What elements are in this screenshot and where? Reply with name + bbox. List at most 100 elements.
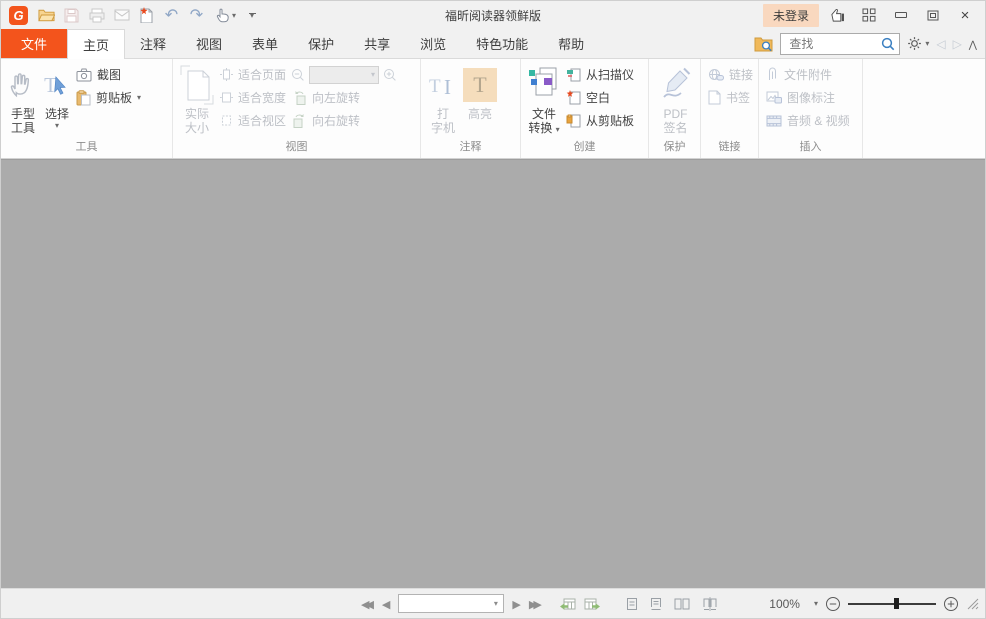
file-convert-button[interactable]: 文件 转换 ▾ — [525, 62, 563, 138]
highlight-button[interactable]: T 高亮 — [461, 62, 499, 122]
typewriter-button[interactable]: TI 打 字机 — [425, 62, 461, 136]
login-status-badge[interactable]: 未登录 — [762, 3, 819, 27]
rotate-right-label: 向右旋转 — [312, 114, 361, 128]
next-view-icon — [584, 598, 600, 610]
fit-page-icon — [220, 68, 233, 81]
find-previous-button[interactable]: ◁ — [936, 37, 945, 51]
from-clipboard-button[interactable]: 从剪贴板 — [563, 109, 637, 132]
find-next-button[interactable]: ▷ — [953, 37, 962, 51]
search-area: ▾ ◁ ▷ ⋀ — [754, 29, 985, 58]
rotate-right-button[interactable]: 向右旋转 — [289, 109, 399, 132]
page-navigation-group: ◀◀ ◀ ▾ ▶ ▶▶ — [361, 589, 718, 618]
zoom-percent-dropdown[interactable]: 100% ▾ — [769, 597, 818, 611]
folder-search-icon — [754, 37, 773, 51]
typewriter-icon: TI — [427, 63, 459, 107]
hand-like-button[interactable] — [823, 4, 851, 26]
minimize-button[interactable] — [887, 4, 915, 26]
printer-icon — [89, 8, 104, 22]
bookmark-button[interactable]: 书签 — [705, 86, 756, 109]
zoom-slider-track — [848, 602, 936, 605]
tab-file[interactable]: 文件 — [1, 29, 67, 58]
next-view-button[interactable] — [584, 597, 600, 611]
tab-view[interactable]: 视图 — [181, 29, 237, 58]
fit-page-button[interactable]: 适合页面 — [217, 63, 289, 86]
first-page-button[interactable]: ◀◀ — [361, 597, 374, 611]
tab-protect[interactable]: 保护 — [293, 29, 349, 58]
tab-home[interactable]: 主页 — [67, 29, 126, 59]
tab-features[interactable]: 特色功能 — [461, 29, 543, 58]
maximize-button[interactable] — [919, 4, 947, 26]
search-folder-button[interactable] — [754, 36, 773, 52]
previous-view-icon — [559, 598, 576, 610]
touch-mode-button[interactable]: ▾ — [209, 4, 243, 26]
continuous-page-button[interactable] — [650, 597, 662, 611]
document-area[interactable] — [1, 159, 985, 588]
print-button[interactable] — [84, 4, 109, 26]
fit-width-button[interactable]: 适合宽度 — [217, 86, 289, 109]
file-attachment-button[interactable]: 文件附件 — [763, 63, 853, 86]
zoom-out-button[interactable] — [291, 68, 305, 82]
page-number-input[interactable] — [399, 595, 489, 612]
customize-toolbar-button[interactable]: ▾ — [243, 4, 261, 26]
email-button[interactable] — [109, 4, 134, 26]
section-label-create: 创建 — [573, 141, 596, 153]
open-file-button[interactable] — [34, 4, 59, 26]
snapshot-button[interactable]: 截图 — [73, 63, 144, 86]
actual-size-button[interactable]: 实际 大小 — [177, 62, 217, 136]
select-tool-button[interactable]: T 选择 ▾ — [41, 62, 73, 131]
collapse-ribbon-button[interactable]: ⋀ — [969, 37, 977, 51]
file-convert-label: 文件 — [531, 107, 556, 121]
clipboard-button[interactable]: 剪贴板 ▾ — [73, 86, 144, 109]
chevron-down-icon: ▾ — [371, 70, 376, 79]
resize-grip[interactable] — [966, 597, 979, 610]
ribbon-section-protect: PDF 签名 保护 — [649, 59, 701, 158]
search-icon[interactable] — [881, 37, 895, 51]
next-page-button[interactable]: ▶ — [512, 597, 520, 611]
blank-page-button[interactable]: 空白 — [563, 86, 637, 109]
zoom-in-button[interactable] — [383, 68, 397, 82]
fit-column: 适合页面 适合宽度 适合视区 — [217, 62, 289, 132]
undo-button[interactable]: ↶ — [159, 4, 184, 26]
single-page-icon — [626, 597, 637, 610]
zoom-slider-handle[interactable] — [893, 598, 899, 609]
continuous-facing-icon — [703, 596, 717, 611]
settings-gear-button[interactable]: ▾ — [907, 36, 929, 51]
zoom-in-icon — [384, 68, 396, 81]
new-document-button[interactable] — [134, 4, 159, 26]
zoom-slider[interactable] — [848, 597, 936, 610]
tools-small-column: 截图 剪贴板 ▾ — [73, 62, 144, 109]
from-scanner-button[interactable]: 从扫描仪 — [563, 63, 637, 86]
image-annotation-button[interactable]: 图像标注 — [763, 86, 853, 109]
continuous-facing-button[interactable] — [702, 596, 718, 611]
chevron-down-icon[interactable]: ▾ — [488, 595, 503, 612]
tab-browse[interactable]: 浏览 — [405, 29, 461, 58]
tab-share[interactable]: 共享 — [349, 29, 405, 58]
rotate-left-button[interactable]: 向左旋转 — [289, 86, 399, 109]
insert-small-column: 文件附件 图像标注 音频 & 视频 — [763, 62, 853, 132]
save-button[interactable] — [59, 4, 84, 26]
fit-visible-button[interactable]: 适合视区 — [217, 109, 289, 132]
single-page-button[interactable] — [626, 597, 638, 611]
status-zoom-in-button[interactable] — [943, 596, 959, 612]
tab-form[interactable]: 表单 — [237, 29, 293, 58]
facing-page-button[interactable] — [674, 597, 690, 611]
link-button[interactable]: 链接 — [705, 63, 756, 86]
audio-video-button[interactable]: 音频 & 视频 — [763, 109, 853, 132]
close-button[interactable]: × — [951, 4, 979, 26]
status-zoom-out-button[interactable] — [825, 596, 841, 612]
tab-help[interactable]: 帮助 — [543, 29, 599, 58]
last-page-icon: ▶▶ — [528, 597, 542, 611]
search-input[interactable] — [787, 35, 882, 52]
hand-tool-label: 手型 — [10, 107, 35, 121]
redo-button[interactable]: ↷ — [184, 4, 209, 26]
ui-layout-button[interactable] — [855, 4, 883, 26]
previous-page-icon: ◀ — [381, 597, 391, 611]
ribbon-section-insert: 文件附件 图像标注 音频 & 视频 插入 — [759, 59, 863, 158]
hand-tool-button[interactable]: 手型 工具 — [5, 62, 41, 136]
last-page-button[interactable]: ▶▶ — [529, 597, 542, 611]
tab-comment[interactable]: 注释 — [125, 29, 181, 58]
previous-page-button[interactable]: ◀ — [382, 597, 390, 611]
zoom-level-combobox[interactable]: ▾ — [309, 65, 380, 84]
previous-view-button[interactable] — [559, 597, 576, 611]
pdf-sign-button[interactable]: PDF 签名 — [657, 62, 695, 136]
